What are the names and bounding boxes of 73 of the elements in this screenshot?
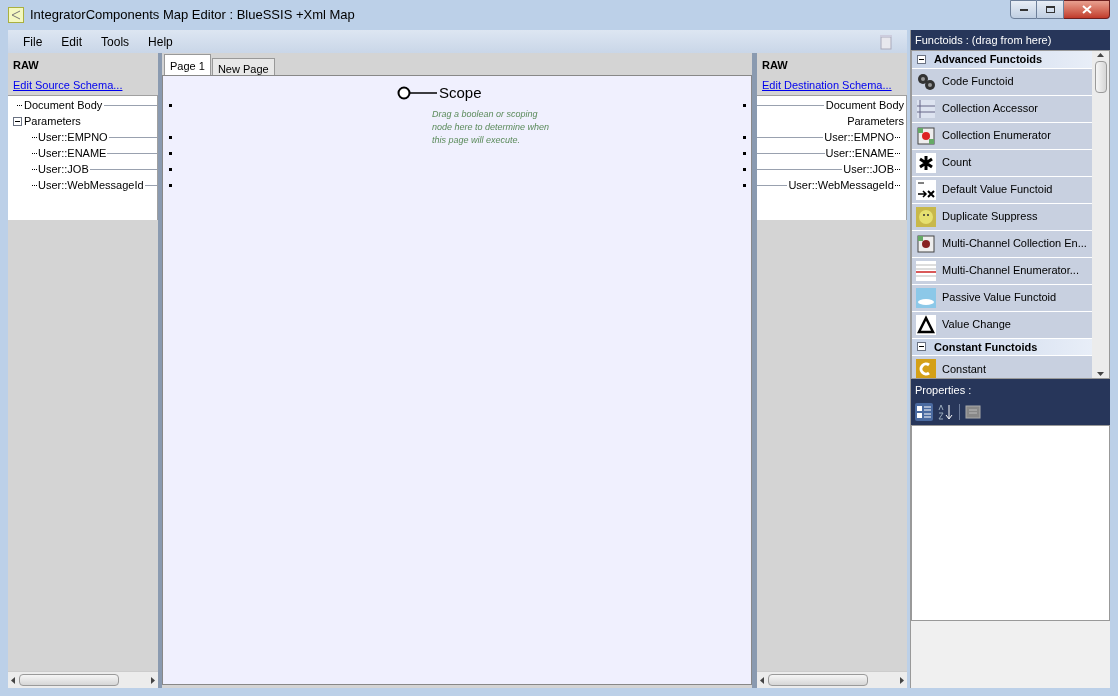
scroll-right-icon[interactable] — [151, 676, 155, 684]
enumerator-icon — [916, 125, 936, 146]
menu-item[interactable]: Help — [148, 32, 173, 51]
vertical-scrollbar[interactable] — [1092, 51, 1109, 378]
window-title: IntegratorComponents Map Editor : BlueSSIS +Xml Map — [30, 6, 355, 25]
tree-node[interactable]: Document Body — [823, 96, 906, 114]
scroll-left-icon[interactable] — [11, 676, 15, 684]
scroll-thumb[interactable] — [768, 674, 868, 686]
sort-alphabetical-icon[interactable] — [937, 402, 955, 421]
constant-icon — [916, 359, 936, 378]
functoid-item[interactable]: Value Change — [912, 311, 1092, 339]
menu-item[interactable]: Tools — [101, 32, 130, 51]
tree-node[interactable]: User::EMPNO — [823, 128, 895, 146]
functoid-category[interactable]: Advanced Functoids — [912, 51, 1092, 69]
functoid-item[interactable]: Code Functoid — [912, 68, 1092, 96]
gears-icon — [916, 71, 936, 92]
collapse-icon[interactable] — [917, 342, 926, 352]
tree-node[interactable]: Parameters — [22, 112, 83, 130]
categorized-icon[interactable] — [915, 402, 933, 421]
scope-connector-icon[interactable] — [397, 86, 437, 101]
lines-icon — [916, 260, 936, 281]
page-tab[interactable]: Page 1 — [164, 54, 211, 75]
minimize-button[interactable] — [1010, 0, 1037, 19]
tree-node[interactable]: Document Body — [22, 96, 105, 114]
scroll-left-icon[interactable] — [760, 676, 764, 684]
tree-node[interactable]: Parameters — [845, 112, 906, 130]
functoid-item[interactable]: Count — [912, 149, 1092, 177]
tree-node[interactable]: User::WebMessageId — [37, 176, 145, 194]
cloud-icon — [916, 287, 936, 308]
scope-label: Scope — [439, 83, 482, 103]
properties-title: Properties : — [915, 383, 973, 398]
property-pages-icon[interactable] — [964, 402, 982, 421]
schema-heading: RAW — [13, 58, 40, 73]
functoid-item[interactable]: Multi-Channel Enumerator... — [912, 257, 1092, 285]
menu-item[interactable]: Edit — [61, 32, 83, 51]
collapse-icon[interactable] — [917, 54, 926, 64]
edit-schema-link[interactable]: Edit Destination Schema... — [762, 76, 902, 93]
functoid-item[interactable]: Constant — [912, 356, 1092, 378]
functoid-item[interactable]: Passive Value Functoid — [912, 284, 1092, 312]
tree-node[interactable]: User::EMPNO — [37, 128, 109, 146]
horizontal-scrollbar[interactable] — [8, 671, 158, 688]
collapse-toggle[interactable] — [13, 116, 22, 126]
page-tab[interactable]: New Page — [211, 58, 275, 75]
scroll-thumb[interactable] — [1094, 61, 1107, 93]
functoid-item[interactable]: Collection Enumerator — [912, 122, 1092, 150]
maximize-button[interactable] — [1037, 0, 1064, 19]
functoid-item[interactable]: Collection Accessor — [912, 95, 1092, 123]
functoid-item[interactable]: Default Value Functoid — [912, 176, 1092, 204]
scroll-up-icon[interactable] — [1097, 53, 1104, 57]
edit-schema-link[interactable]: Edit Source Schema... — [13, 76, 153, 93]
asterisk-icon — [916, 152, 936, 173]
tree-node[interactable]: User::WebMessageId — [787, 176, 895, 194]
tree-node[interactable]: User::ENAME — [37, 144, 108, 162]
horizontal-scrollbar[interactable] — [757, 671, 907, 688]
tree-node[interactable]: User::JOB — [842, 160, 895, 178]
scope-hint: Drag a boolean or scoping node here to determine when this page will execute. — [432, 107, 551, 147]
functoid-item[interactable]: Multi-Channel Collection En... — [912, 230, 1092, 258]
close-button[interactable] — [1064, 0, 1110, 19]
scroll-right-icon[interactable] — [900, 676, 904, 684]
scroll-down-icon[interactable] — [1097, 372, 1104, 376]
tree-node[interactable]: User::ENAME — [824, 144, 895, 162]
functoid-item[interactable]: Duplicate Suppress — [912, 203, 1092, 231]
functoids-header: Functoids : (drag from here) — [911, 30, 1110, 50]
table-icon — [916, 98, 936, 119]
tree-node[interactable]: User::JOB — [37, 160, 90, 178]
menu-item[interactable]: File — [23, 32, 43, 51]
app-icon — [8, 7, 24, 23]
delta-icon — [916, 314, 936, 335]
schema-heading: RAW — [762, 58, 789, 73]
smiley-icon — [916, 206, 936, 227]
close-icon — [1081, 5, 1092, 14]
enumerator-icon — [916, 233, 936, 254]
scroll-thumb[interactable] — [19, 674, 119, 686]
